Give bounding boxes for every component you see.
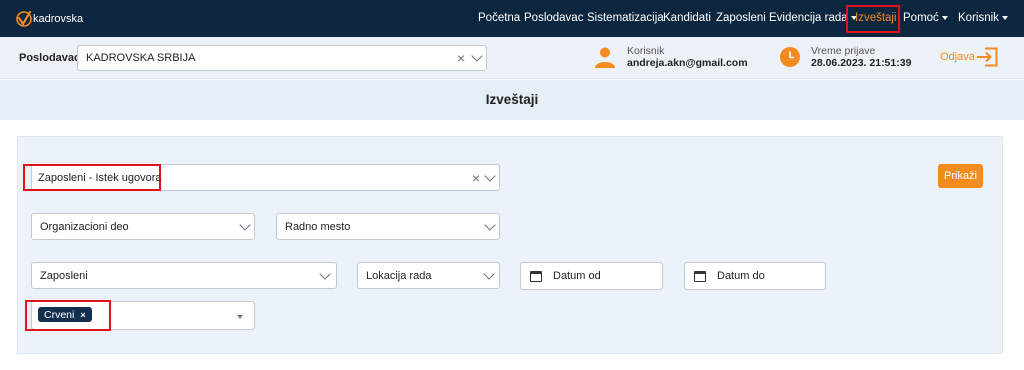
logout-link[interactable]: Odjava (940, 51, 975, 63)
employees-value: Zaposleni (40, 269, 88, 282)
employer-select[interactable]: KADROVSKA SRBIJA × (77, 45, 487, 71)
nav-poslodavac[interactable]: Poslodavac (524, 12, 583, 24)
work-location-select[interactable]: Lokacija rada (357, 262, 500, 289)
chevron-down-icon[interactable] (239, 218, 251, 231)
login-time-label: Vreme prijave (811, 45, 876, 57)
chevron-down-icon[interactable] (319, 267, 331, 280)
chevron-down-icon (1001, 15, 1008, 20)
employer-label: Poslodavac (19, 52, 81, 64)
login-time-value: 28.06.2023. 21:51:39 (811, 57, 912, 69)
clear-icon[interactable]: × (472, 170, 480, 186)
chevron-down-icon[interactable] (471, 50, 483, 62)
date-from-input[interactable]: Datum od (520, 262, 663, 290)
date-to-placeholder: Datum do (717, 270, 765, 282)
chevron-down-icon[interactable] (484, 218, 496, 231)
calendar-icon (694, 271, 706, 282)
nav-pocetna[interactable]: Početna (478, 12, 520, 24)
user-icon (595, 47, 615, 68)
chevron-down-icon (941, 15, 948, 20)
nav-kandidati[interactable]: Kandidati (663, 12, 711, 24)
date-to-input[interactable]: Datum do (684, 262, 826, 290)
org-unit-value: Organizacioni deo (40, 220, 129, 233)
page-title: Izveštaji (485, 92, 539, 107)
nav-korisnik[interactable]: Korisnik (958, 12, 1008, 24)
employees-select[interactable]: Zaposleni (31, 262, 337, 289)
brand-logo[interactable]: kadrovska (16, 9, 83, 29)
nav-korisnik-label: Korisnik (958, 12, 999, 24)
highlight-box-report-type (23, 164, 161, 191)
chevron-down-icon[interactable] (484, 169, 496, 182)
calendar-icon (530, 271, 542, 282)
nav-sistematizacija[interactable]: Sistematizacija (587, 12, 664, 24)
nav-zaposleni[interactable]: Zaposleni (716, 12, 766, 24)
logo-check-icon (16, 10, 32, 27)
nav-evidencija-rada[interactable]: Evidencija rada (769, 12, 857, 24)
nav-pomoc-label: Pomoć (903, 12, 939, 24)
position-select[interactable]: Radno mesto (276, 213, 500, 240)
user-label: Korisnik (627, 45, 665, 57)
user-email: andreja.akn@gmail.com (627, 57, 748, 69)
nav-evidencija-label: Evidencija rada (769, 12, 848, 24)
chevron-down-icon[interactable] (237, 315, 243, 319)
work-location-value: Lokacija rada (366, 269, 432, 282)
org-unit-select[interactable]: Organizacioni deo (31, 213, 255, 240)
clock-icon (780, 47, 800, 67)
top-navbar: kadrovska Početna Poslodavac Sistematiza… (0, 0, 1024, 37)
nav-pomoc[interactable]: Pomoć (903, 12, 948, 24)
date-from-placeholder: Datum od (553, 270, 601, 282)
position-value: Radno mesto (285, 220, 351, 233)
clear-icon[interactable]: × (457, 50, 465, 66)
highlight-box-izvestaji (846, 5, 900, 33)
brand-name: kadrovska (33, 13, 84, 25)
logout-icon[interactable] (976, 47, 998, 67)
employer-value: KADROVSKA SRBIJA (86, 52, 196, 64)
highlight-box-tag (25, 300, 111, 331)
show-button[interactable]: Prikaži (938, 164, 983, 188)
chevron-down-icon[interactable] (483, 267, 495, 280)
